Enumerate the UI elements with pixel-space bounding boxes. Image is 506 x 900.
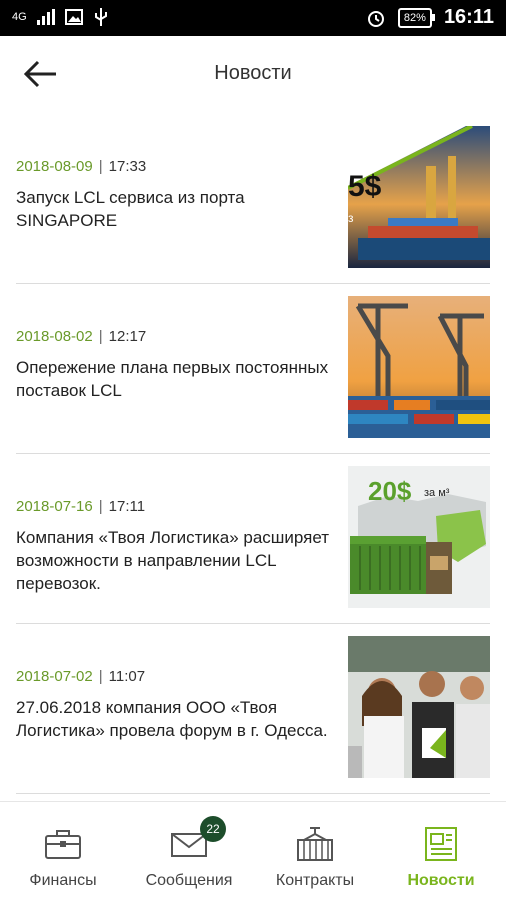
- usb-icon: [94, 8, 107, 26]
- news-title: 27.06.2018 компания ООО «Твоя Логистика»…: [16, 698, 328, 740]
- battery-level: 82%: [397, 7, 435, 28]
- news-list: 2018-08-09 | 17:33 Запуск LCL сервиса из п…: [0, 112, 506, 802]
- clock: 16:11: [443, 6, 494, 28]
- news-date: 2018-08-02: [16, 328, 93, 345]
- tab-finances[interactable]: Финансы: [0, 802, 126, 900]
- news-item[interactable]: 2018-07-16 | 17:11 Компания «Твоя Логистик…: [16, 452, 490, 608]
- container-icon: [297, 827, 333, 861]
- tab-messages[interactable]: 22 Сообщения: [126, 802, 252, 900]
- news-item[interactable]: 2018-08-09 | 17:33 Запуск LCL сервиса из п…: [16, 112, 490, 268]
- news-thumbnail: [348, 636, 490, 778]
- briefcase-icon: [45, 830, 81, 859]
- news-thumbnail: [348, 296, 490, 438]
- signal-icon: [36, 9, 55, 25]
- meta-separator: |: [98, 158, 103, 175]
- image-icon: [64, 9, 83, 25]
- news-thumbnail: 20$ за м³: [348, 466, 490, 608]
- news-item[interactable]: 2018-08-02 | 12:17 Опережение плана первых…: [16, 282, 490, 438]
- news-item[interactable]: 2018-07-02 | 11:07 27.06.2018 компания ООО…: [16, 622, 490, 778]
- news-meta: 2018-08-02 | 12:17: [16, 328, 146, 345]
- news-time: 17:11: [108, 498, 146, 515]
- page-title: Новости: [214, 62, 292, 84]
- tab-contracts[interactable]: Контракты: [252, 802, 378, 900]
- bottom-navigation: Финансы 22 Сообщения Контракты Новости: [0, 801, 506, 900]
- news-date: 2018-07-02: [16, 668, 93, 685]
- unread-badge: 22: [200, 816, 226, 842]
- status-right: 82% 16:11: [366, 6, 494, 29]
- news-date: 2018-07-16: [16, 498, 93, 515]
- tab-label: Сообщения: [145, 872, 233, 889]
- news-meta: 2018-07-16 | 17:11: [16, 498, 145, 515]
- news-meta: 2018-08-09 | 17:33: [16, 158, 146, 175]
- tab-label: Новости: [407, 872, 475, 889]
- tab-news[interactable]: Новости: [378, 802, 504, 900]
- status-bar: 4G 82% 16:11: [0, 0, 506, 36]
- thumb-sub: з: [348, 211, 354, 225]
- news-time: 17:33: [108, 158, 147, 175]
- network-type: 4G: [12, 10, 27, 23]
- tab-label: Контракты: [275, 872, 355, 889]
- news-time: 11:07: [108, 668, 146, 685]
- status-left: 4G: [12, 8, 109, 26]
- tab-label: Финансы: [29, 872, 97, 889]
- meta-separator: |: [98, 328, 103, 345]
- news-icon: [425, 827, 457, 861]
- meta-separator: |: [98, 668, 103, 685]
- news-thumbnail: 5$ з: [348, 126, 490, 268]
- news-title: Опережение плана первых постоянных поста…: [16, 358, 329, 400]
- news-time: 12:17: [108, 328, 147, 345]
- news-meta: 2018-07-02 | 11:07: [16, 668, 145, 685]
- thumb-unit: за м³: [424, 487, 450, 499]
- alarm-icon: [367, 10, 384, 27]
- news-date: 2018-08-09: [16, 158, 93, 175]
- thumb-price: 5$: [348, 170, 382, 203]
- meta-separator: |: [98, 498, 103, 515]
- news-title: Компания «Твоя Логистика» расширяет возм…: [16, 528, 330, 593]
- app-bar: Новости: [0, 36, 506, 112]
- thumb-price: 20$: [368, 476, 412, 506]
- divider: [16, 793, 490, 794]
- news-title: Запуск LCL сервиса из порта SINGAPORE: [16, 188, 245, 230]
